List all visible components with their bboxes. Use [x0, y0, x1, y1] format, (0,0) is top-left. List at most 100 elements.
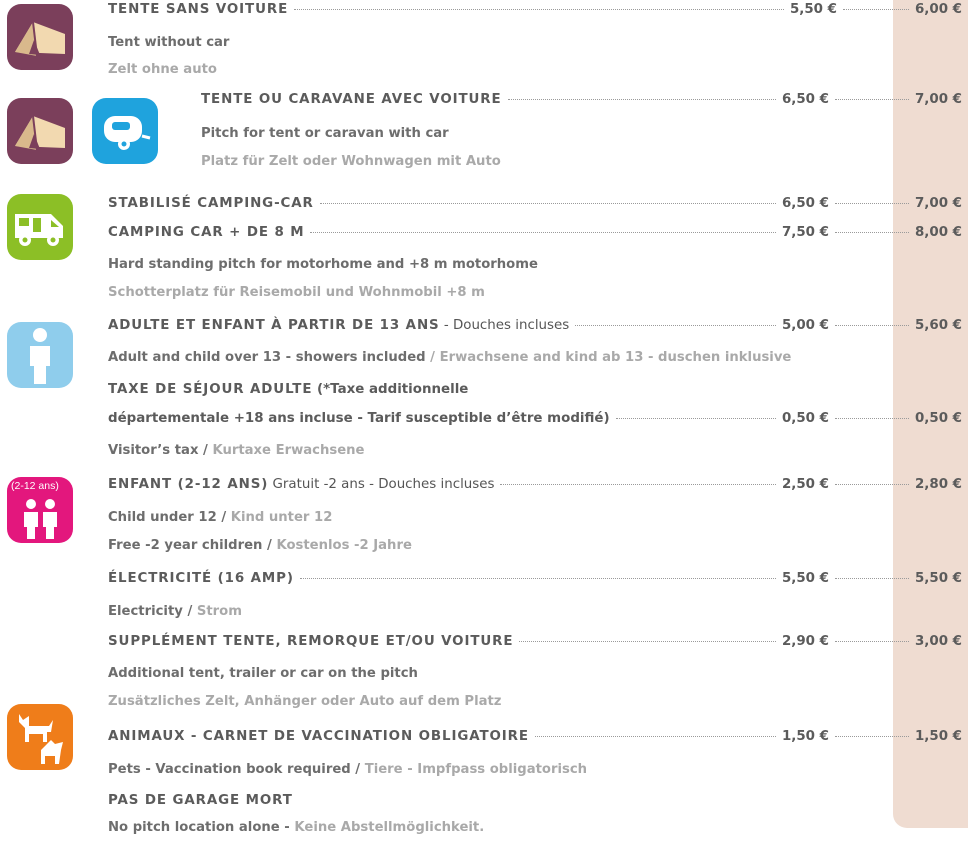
dotted-leader	[534, 736, 776, 737]
row-title: ÉLECTRICITÉ (16 AMP)	[108, 571, 294, 586]
english-description: Adult and child over 13 - showers includ…	[108, 350, 426, 365]
german-description: Erwachsene and kind ab 13 - duschen inkl…	[439, 350, 792, 365]
description-line: Free -2 year children / Kostenlos -2 Jah…	[108, 538, 412, 553]
row-title: ANIMAUX - CARNET DE VACCINATION OBLIGATO…	[108, 729, 529, 744]
low-season-price: 1,50 €	[781, 729, 829, 744]
english-description: Child under 12	[108, 510, 217, 525]
separator: /	[216, 510, 231, 525]
row-title: STABILISÉ CAMPING-CAR	[108, 196, 314, 211]
high-season-price: 7,00 €	[914, 92, 962, 107]
dotted-leader	[319, 203, 776, 204]
tent-icon	[7, 4, 73, 70]
row-title: CAMPING CAR + DE 8 M	[108, 225, 305, 240]
row-title: ADULTE ET ENFANT À PARTIR DE 13 ANS	[108, 318, 440, 333]
row-note: - Douches incluses	[439, 318, 570, 333]
row-title-continued: départementale +18 ans incluse - Tarif s…	[108, 411, 610, 426]
german-description: Keine Abstellmöglichkeit.	[294, 820, 485, 835]
low-season-price: 5,50 €	[789, 2, 837, 17]
notice-row-garage: PAS DE GARAGE MORT	[108, 793, 962, 819]
english-description: Free -2 year children	[108, 538, 263, 553]
row-title: PAS DE GARAGE MORT	[108, 793, 293, 808]
english-description: Pitch for tent or caravan with car	[201, 126, 449, 141]
german-description: Platz für Zelt oder Wohnwagen mit Auto	[201, 154, 501, 169]
pets-icon	[7, 704, 73, 770]
dotted-leader	[507, 99, 776, 100]
high-season-price: 2,80 €	[914, 477, 962, 492]
row-title: SUPPLÉMENT TENTE, REMORQUE ET/OU VOITURE	[108, 634, 514, 649]
german-description: Tiere - Impfpass obligatorisch	[364, 762, 588, 777]
caravan-icon	[92, 98, 158, 164]
row-title: TENTE OU CARAVANE AVEC VOITURE	[201, 92, 502, 107]
separator: /	[182, 604, 197, 619]
english-description: Electricity	[108, 604, 183, 619]
price-row-camper-8m: CAMPING CAR + DE 8 M 7,50 € 8,00 €	[108, 225, 962, 251]
tent-icon	[7, 98, 73, 164]
price-row-tent: TENTE SANS VOITURE 5,50 € 6,00 €	[108, 2, 962, 28]
dotted-leader	[299, 578, 776, 579]
english-description: Tent without car	[108, 35, 230, 50]
children-icon: (2-12 ans)	[7, 477, 73, 543]
dotted-leader	[519, 641, 776, 642]
german-description: Kurtaxe Erwachsene	[212, 443, 365, 458]
low-season-price: 2,90 €	[781, 634, 829, 649]
high-season-price: 1,50 €	[914, 729, 962, 744]
english-description: Additional tent, trailer or car on the p…	[108, 666, 418, 681]
low-season-price: 6,50 €	[781, 92, 829, 107]
low-season-price: 5,00 €	[781, 318, 829, 333]
dotted-leader	[834, 641, 909, 642]
row-title: ENFANT (2-12 ANS)	[108, 477, 269, 492]
german-description: Zelt ohne auto	[108, 62, 217, 77]
dotted-leader	[834, 99, 909, 100]
price-row-camper: STABILISÉ CAMPING-CAR 6,50 € 7,00 €	[108, 196, 962, 222]
high-season-price: 8,00 €	[914, 225, 962, 240]
dotted-leader	[615, 418, 776, 419]
row-title: TAXE DE SÉJOUR ADULTE	[108, 382, 313, 397]
low-season-price: 0,50 €	[781, 411, 829, 426]
german-description: Strom	[196, 604, 242, 619]
high-season-price: 0,50 €	[914, 411, 962, 426]
separator: /	[425, 350, 440, 365]
low-season-price: 7,50 €	[781, 225, 829, 240]
description-line: No pitch location alone - Keine Abstellm…	[108, 820, 484, 835]
english-description: Visitor’s tax	[108, 443, 199, 458]
price-row-child: ENFANT (2-12 ANS) Gratuit -2 ans - Douch…	[108, 477, 962, 503]
dotted-leader	[575, 325, 776, 326]
dotted-leader	[310, 232, 776, 233]
english-description: Pets - Vaccination book required	[108, 762, 351, 777]
price-row-electricity: ÉLECTRICITÉ (16 AMP) 5,50 € 5,50 €	[108, 571, 962, 597]
adult-person-icon	[7, 322, 73, 388]
price-row-extra: SUPPLÉMENT TENTE, REMORQUE ET/OU VOITURE…	[108, 634, 962, 660]
price-row-pets: ANIMAUX - CARNET DE VACCINATION OBLIGATO…	[108, 729, 962, 755]
english-description: No pitch location alone -	[108, 820, 295, 835]
dotted-leader	[834, 484, 909, 485]
low-season-price: 5,50 €	[781, 571, 829, 586]
german-description: Schotterplatz für Reisemobil und Wohnmob…	[108, 285, 485, 300]
separator: /	[262, 538, 277, 553]
description-line: Visitor’s tax / Kurtaxe Erwachsene	[108, 443, 365, 458]
dotted-leader	[834, 203, 909, 204]
dotted-leader	[500, 484, 776, 485]
dotted-leader	[834, 578, 909, 579]
children-age-badge: (2-12 ans)	[11, 480, 59, 492]
tax-title-line: TAXE DE SÉJOUR ADULTE (*Taxe additionnel…	[108, 382, 962, 408]
german-description: Kostenlos -2 Jahre	[276, 538, 412, 553]
german-description: Kind unter 12	[230, 510, 333, 525]
high-season-price: 3,00 €	[914, 634, 962, 649]
description-line: Electricity / Strom	[108, 604, 242, 619]
german-description: Zusätzliches Zelt, Anhänger oder Auto au…	[108, 694, 502, 709]
price-row-tent-caravan-car: TENTE OU CARAVANE AVEC VOITURE 6,50 € 7,…	[201, 92, 962, 118]
dotted-leader	[834, 418, 909, 419]
dotted-leader	[834, 325, 909, 326]
english-description: Hard standing pitch for motorhome and +8…	[108, 257, 538, 272]
separator: /	[198, 443, 213, 458]
row-title-note: (*Taxe additionnelle	[312, 382, 469, 397]
high-season-price: 5,60 €	[914, 318, 962, 333]
dotted-leader	[294, 9, 784, 10]
low-season-price: 6,50 €	[781, 196, 829, 211]
dotted-leader	[834, 232, 909, 233]
dotted-leader	[834, 736, 909, 737]
low-season-price: 2,50 €	[781, 477, 829, 492]
price-row-tax: départementale +18 ans incluse - Tarif s…	[108, 411, 962, 437]
high-season-price: 6,00 €	[914, 2, 962, 17]
high-season-price: 7,00 €	[914, 196, 962, 211]
